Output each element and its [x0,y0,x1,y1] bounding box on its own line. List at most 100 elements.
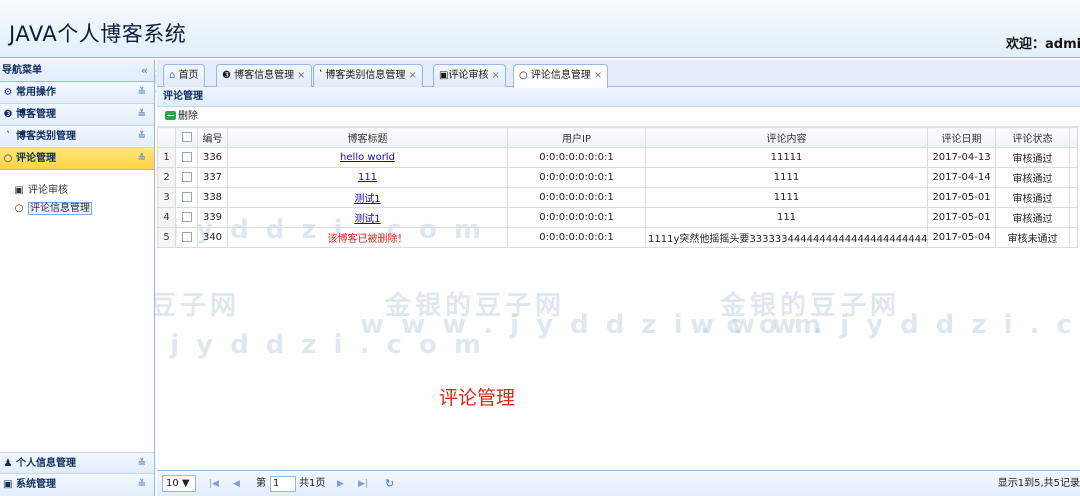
collapse-sidebar-icon[interactable]: « [141,60,148,82]
tab-comment-info[interactable]: ○ 评论信息管理 × [513,64,609,88]
tab-label: 评论审核 [448,70,489,81]
sidebar-bottom: ♟ 个人信息管理 ≚ ▣ 系统管理 ≚ [0,452,154,496]
review-icon: ▣ [14,185,24,196]
chevron-down-icon[interactable]: ≚ [138,474,146,495]
pagination-bar: 10 ▼ |◀ ◀ 第 1 共1页 ▶ ▶| ↻ 显示1到5,共5记录 [157,470,1080,496]
close-icon[interactable]: × [408,70,416,81]
cell-ip: 0:0:0:0:0:0:0:1 [507,167,646,188]
table-row[interactable]: 3 338 测试1 0:0:0:0:0:0:0:1 1111 2017-05-0… [157,187,1078,208]
tab-label: 博客类别信息管理 [325,70,406,81]
row-number: 4 [157,207,176,228]
cell-status: 审核未通过 [995,227,1070,248]
row-checkbox[interactable] [175,147,198,168]
first-page-icon[interactable]: |◀ [209,471,219,496]
tab-comment-review[interactable]: ▣评论审核 × [433,64,506,87]
sidebar-section-blog-category[interactable]: ʽ 博客类别管理 ≚ [0,126,154,148]
column-header-ip[interactable]: 用户IP [507,127,646,148]
blog-title-link[interactable]: 111 [358,172,377,183]
sidebar-section-label: 博客类别管理 [16,131,76,142]
delete-button[interactable]: 删除 [165,111,198,122]
sidebar-section-comment[interactable]: ○ 评论管理 ≙ [0,148,154,170]
row-checkbox[interactable] [175,207,198,228]
column-header-content[interactable]: 评论内容 [645,127,928,148]
close-icon[interactable]: × [594,70,602,81]
comment-table: 编号 博客标题 用户IP 评论内容 评论日期 评论状态 1 336 hello … [157,127,1078,248]
cell-date: 2017-05-01 [927,187,996,208]
select-all-checkbox[interactable] [175,127,198,148]
cell-id: 337 [197,167,228,188]
table-row[interactable]: 4 339 测试1 0:0:0:0:0:0:0:1 111 2017-05-01… [157,207,1078,228]
chevron-down-icon[interactable]: ≚ [138,104,146,125]
close-icon[interactable]: × [297,70,305,81]
welcome-text: 欢迎：admin [1006,37,1080,52]
refresh-icon[interactable]: ↻ [385,471,394,496]
next-page-icon[interactable]: ▶ [337,471,344,496]
cell-date: 2017-04-14 [927,167,996,188]
row-number: 3 [157,187,176,208]
blog-title-link[interactable]: hello world [340,152,395,163]
sidebar-section-common[interactable]: ⚙ 常用操作 ≚ [0,82,154,104]
row-number: 2 [157,167,176,188]
sidebar-section-blog[interactable]: ❸ 博客管理 ≚ [0,104,154,126]
filler-header [1069,127,1078,148]
chevron-down-icon[interactable]: ≚ [138,453,146,474]
chevron-up-icon[interactable]: ≙ [138,148,146,169]
sidebar-section-label: 个人信息管理 [16,458,76,469]
home-icon: ⌂ [169,70,176,81]
cell-title: 该博客已被删除！ [227,227,508,248]
table-row[interactable]: 2 337 111 0:0:0:0:0:0:0:1 1111 2017-04-1… [157,167,1078,188]
column-header-date[interactable]: 评论日期 [927,127,996,148]
page-size-select[interactable]: 10 ▼ [162,475,196,492]
prev-page-icon[interactable]: ◀ [233,471,240,496]
row-checkbox[interactable] [175,227,198,248]
tab-label: 博客信息管理 [234,70,295,81]
tab-home[interactable]: ⌂ 首页 [163,64,205,87]
row-checkbox[interactable] [175,187,198,208]
sidebar-section-system[interactable]: ▣ 系统管理 ≚ [0,474,154,496]
close-icon[interactable]: × [491,70,499,81]
blog-icon: ❸ [3,109,13,120]
category-icon: ʽ [6,131,10,142]
tab-bar: ⌂ 首页 ❸ 博客信息管理 × ʽ 博客类别信息管理 × ▣评论审核 × ○ 评论信息… [157,60,1080,88]
column-header-id[interactable]: 编号 [197,127,228,148]
settings-icon: ▣ [3,479,13,490]
page-number-input[interactable]: 1 [270,476,296,492]
sidebar-item-comment-info[interactable]: ○ 评论信息管理 [10,200,154,218]
user-icon: ♟ [3,458,13,469]
sidebar: 导航菜单 « ⚙ 常用操作 ≚ ❸ 博客管理 ≚ ʽ 博客类别管理 ≚ ○ 评论管理 ≙… [0,60,155,496]
sidebar-section-profile[interactable]: ♟ 个人信息管理 ≚ [0,452,154,474]
cell-status: 审核通过 [995,167,1070,188]
page-prefix: 第 [256,478,266,489]
cell-content: 1111 [645,187,928,208]
center-label: 评论管理 [439,387,516,409]
panel-title: 评论管理 [157,87,1080,107]
column-header-title[interactable]: 博客标题 [227,127,508,148]
row-number: 5 [157,227,176,248]
tab-blog-info[interactable]: ❸ 博客信息管理 × [216,64,312,87]
last-page-icon[interactable]: ▶| [358,471,368,496]
delete-button-label: 删除 [178,111,198,122]
sidebar-section-label: 评论管理 [16,153,56,164]
blog-title-link[interactable]: 测试1 [354,194,380,205]
tab-label: 评论信息管理 [530,70,591,81]
cell-ip: 0:0:0:0:0:0:0:1 [507,147,646,168]
toolbar: 删除 [157,107,1080,127]
sidebar-title: 导航菜单 [2,65,42,76]
deleted-blog-text: 该博客已被删除！ [327,234,408,245]
blog-title-link[interactable]: 测试1 [354,214,380,225]
comment-icon: ○ [519,70,528,81]
cell-id: 340 [197,227,228,248]
table-row[interactable]: 1 336 hello world 0:0:0:0:0:0:0:1 11111 … [157,147,1078,168]
chevron-down-icon[interactable]: ≚ [138,82,146,103]
cell-status: 审核通过 [995,187,1070,208]
comment-icon: ○ [14,203,24,214]
chevron-down-icon[interactable]: ≚ [138,126,146,147]
table-row[interactable]: 5 340 该博客已被删除！ 0:0:0:0:0:0:0:1 1111y突然他摇… [157,227,1078,248]
cell-content: 11111 [645,147,928,168]
row-checkbox[interactable] [175,167,198,188]
cell-title: 测试1 [227,187,508,208]
column-header-status[interactable]: 评论状态 [995,127,1070,148]
gear-icon: ⚙ [3,87,13,98]
sidebar-item-comment-review[interactable]: ▣ 评论审核 [10,182,154,200]
tab-blog-category[interactable]: ʽ 博客类别信息管理 × [313,64,423,87]
